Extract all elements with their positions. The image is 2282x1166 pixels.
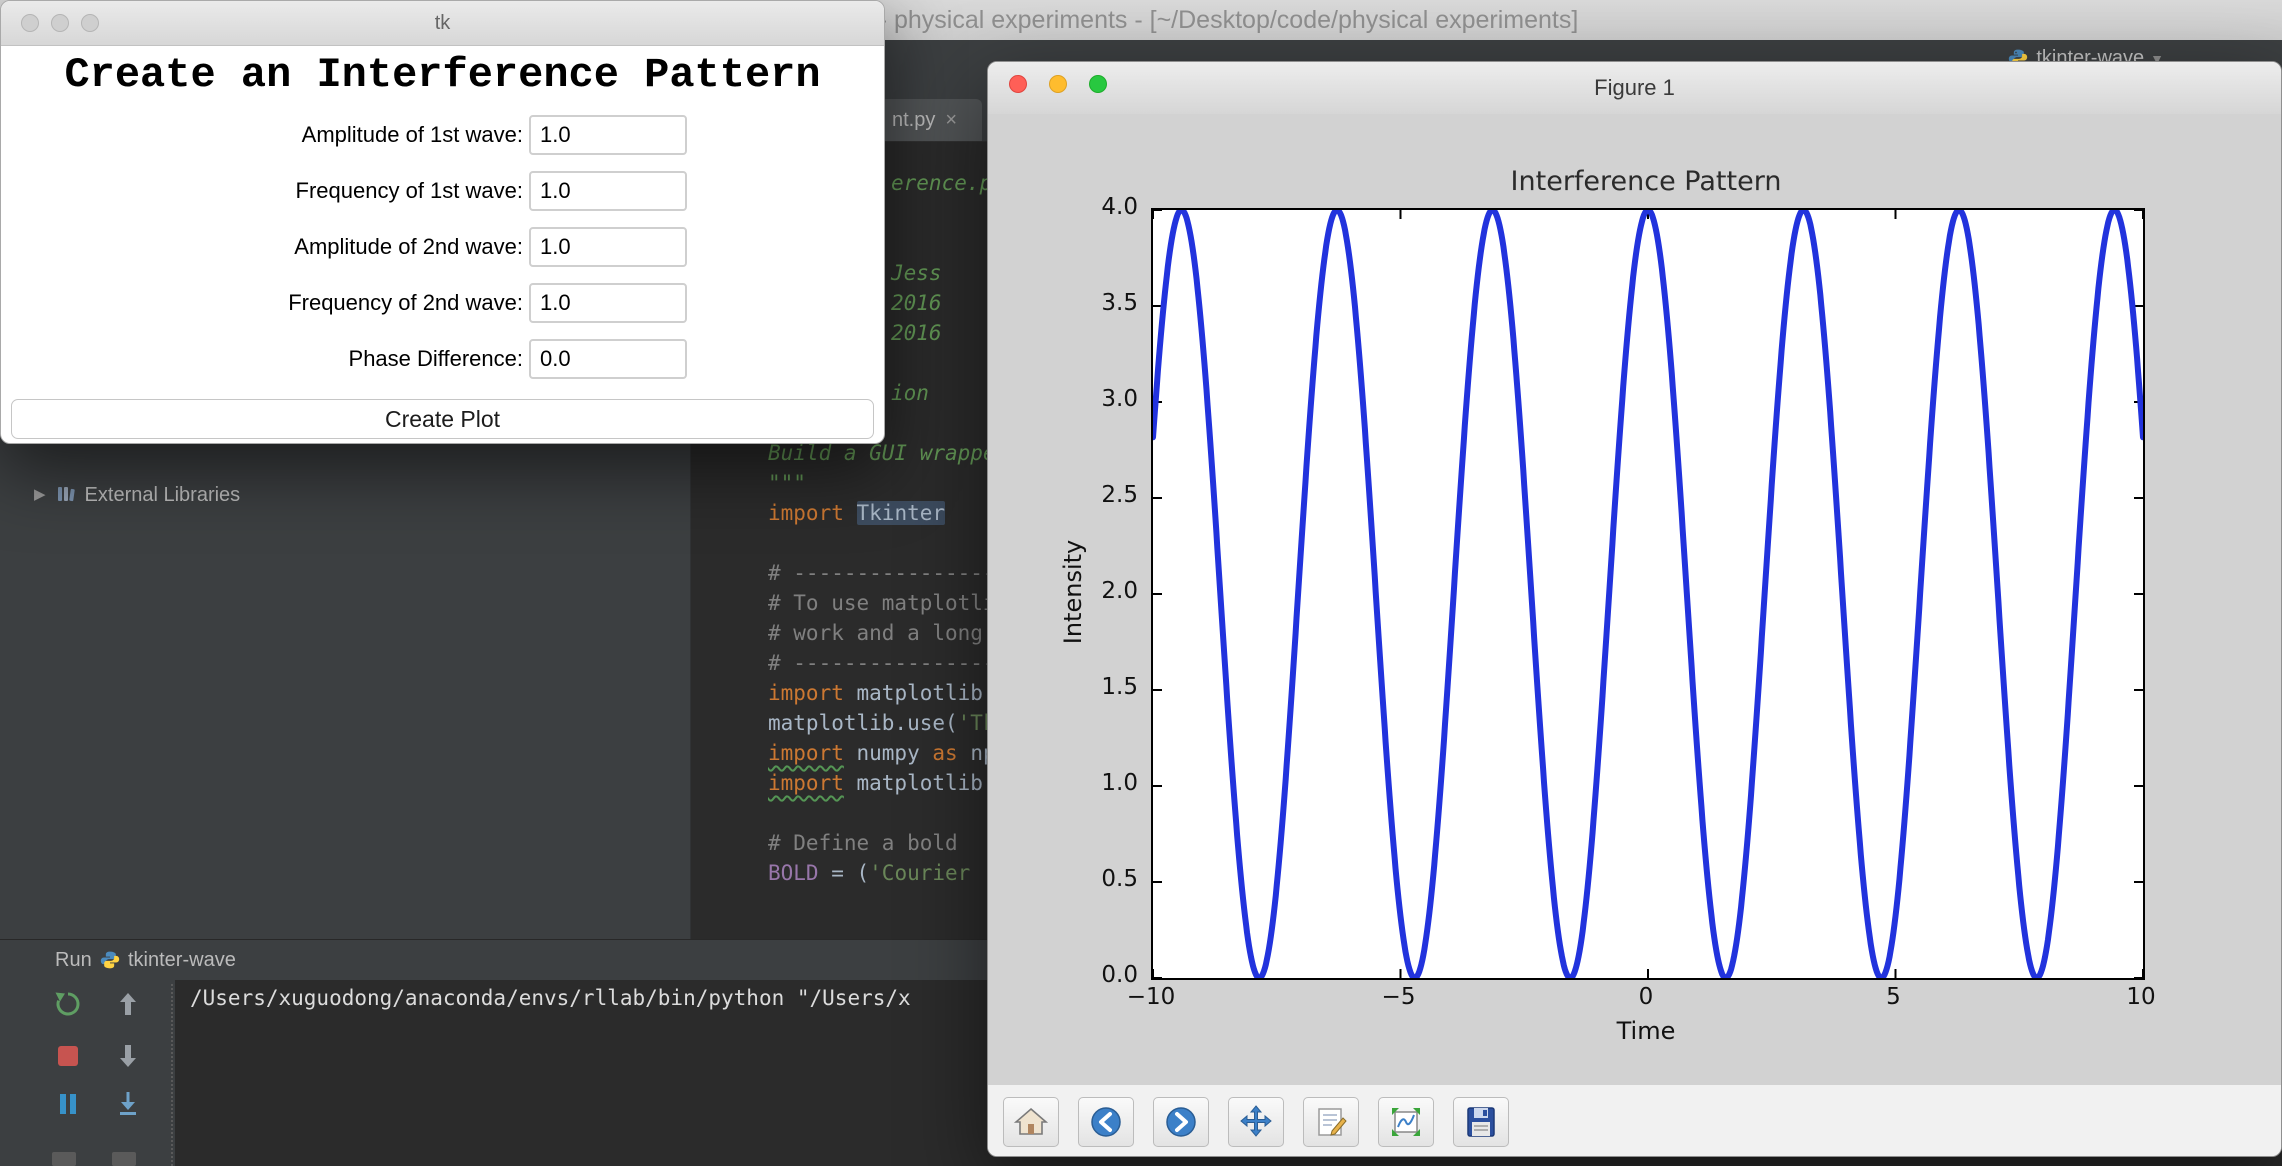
create-plot-button[interactable]: Create Plot [11,399,874,439]
close-icon[interactable] [21,14,39,32]
tick-marks [1152,209,2144,979]
tk-titlebar[interactable]: tk [1,1,884,46]
code-line: erence.p [891,170,992,196]
frequency-1-input[interactable] [529,171,687,211]
y-tick-label: 4.0 [1101,194,1138,220]
y-tick-label: 1.0 [1101,770,1138,796]
code-segment: import [768,771,844,795]
code-segment: 2016 [891,291,942,315]
amplitude-2-input[interactable] [529,227,687,267]
code-line: import matplotlib [768,680,983,706]
interference-wave-plot [1150,207,2146,981]
code-segment: matplotlib [856,681,983,705]
code-segment: numpy [843,741,933,765]
x-tick-label: 10 [2126,984,2156,1010]
code-line: 2016 [891,290,942,316]
y-tick-label: 1.5 [1101,674,1138,700]
x-axis-label: Time [1616,1017,1676,1045]
code-line: import Tkinter [768,500,946,526]
matplotlib-toolbar [988,1085,2281,1156]
field-label: Phase Difference: [348,346,523,371]
code-line: import numpy as np [768,740,996,766]
code-segment: import [768,741,844,765]
plot-title: Interference Pattern [1510,166,1782,197]
code-segment: ion [891,381,929,405]
code-segment: Build a GUI wrapper [768,441,1009,465]
screen: tkinter-wave.py - physical experiments -… [0,0,2282,1166]
maximize-icon[interactable] [1089,75,1107,93]
form-heading: Create an Interference Pattern [64,51,821,99]
field-label: Amplitude of 1st wave: [301,122,523,147]
plot-axes [1150,207,2146,981]
close-icon[interactable] [1009,75,1027,93]
minimize-icon[interactable] [51,14,69,32]
edit-plot-button[interactable] [1303,1096,1359,1147]
code-segment: = ( [831,861,870,885]
code-line: ion [891,380,929,406]
code-segment: # To use matplotlib [768,591,1009,615]
x-tick-label: 5 [1886,984,1901,1010]
minimize-icon[interactable] [1049,75,1067,93]
code-segment: matplotlib.use( [768,711,958,735]
home-button[interactable] [1003,1096,1059,1147]
field-label: Frequency of 1st wave: [295,178,523,203]
field-label: Frequency of 2nd wave: [288,290,523,315]
code-segment: # Define a bold [768,831,958,855]
configure-subplots-button[interactable] [1378,1096,1434,1147]
pan-button[interactable] [1228,1096,1284,1147]
y-tick-label: 3.0 [1101,386,1138,412]
phase-difference-input[interactable] [529,339,687,379]
code-line: Jess [891,260,942,286]
code-segment: """ [768,471,806,495]
code-segment: BOLD [768,861,832,885]
code-line: """ [768,470,806,496]
code-segment: import [768,501,857,525]
x-tick-label: −10 [1126,984,1176,1010]
maximize-icon[interactable] [81,14,99,32]
figure-window-title: Figure 1 [1594,75,1675,100]
save-button[interactable] [1453,1096,1509,1147]
code-line: BOLD = ('Courier [768,860,970,886]
wave-line [1150,207,2146,981]
amplitude-1-input[interactable] [529,115,687,155]
figure-window: Figure 1 Interference Pattern Intensity … [987,61,2282,1157]
x-tick-label: 0 [1638,984,1654,1010]
tk-window: tk Create an Interference Pattern Amplit… [0,0,885,444]
code-segment: erence.p [891,171,993,195]
code-segment: Jess [891,261,942,285]
code-segment: Tkinter [856,501,946,525]
code-segment: as [932,741,958,765]
tk-window-title: tk [434,12,451,34]
figure-titlebar[interactable]: Figure 1 [988,62,2281,115]
code-segment: # work and a long [768,621,983,645]
code-segment: 'Courier [869,861,971,885]
x-tick-label: −5 [1381,984,1416,1010]
y-tick-label: 2.5 [1101,482,1138,508]
forward-button[interactable] [1153,1096,1209,1147]
code-segment: import [768,681,857,705]
code-line: import matplotlib [768,770,983,796]
code-segment: matplotlib [843,771,983,795]
code-line: # work and a long [768,620,983,646]
code-line: # To use matplotlib [768,590,1008,616]
field-label: Amplitude of 2nd wave: [294,234,523,259]
code-segment: 2016 [891,321,942,345]
y-tick-label: 0.5 [1101,866,1138,892]
back-button[interactable] [1078,1096,1134,1147]
code-line: # Define a bold [768,830,958,856]
code-line: 2016 [891,320,942,346]
y-tick-label: 2.0 [1101,578,1138,604]
frequency-2-input[interactable] [529,283,687,323]
plot-canvas: Interference Pattern Intensity Time 4.0 3… [988,114,2281,1085]
y-tick-label: 3.5 [1101,290,1138,316]
